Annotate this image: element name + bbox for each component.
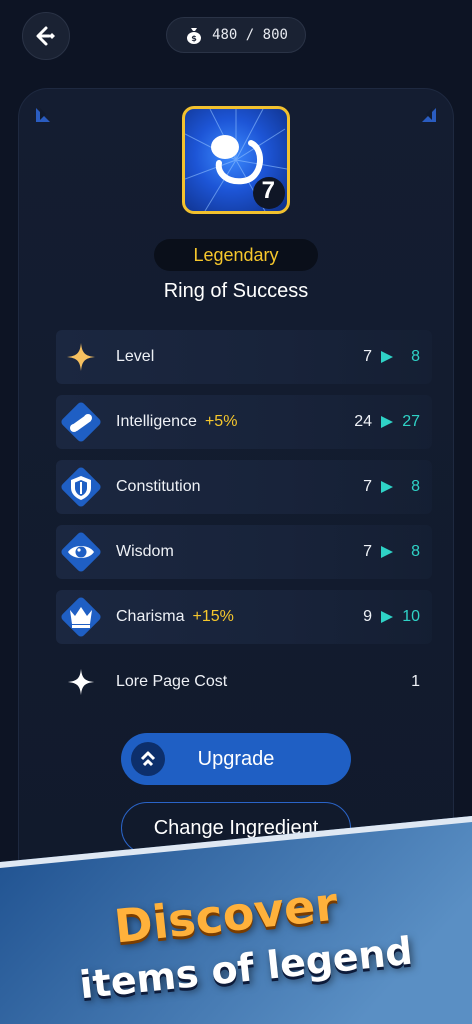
item-image: 7 bbox=[182, 106, 290, 214]
stat-next-value: 8 bbox=[411, 348, 420, 365]
stat-row-wisdom: Wisdom 7 8 bbox=[56, 525, 432, 579]
stat-next-value: 8 bbox=[411, 478, 420, 495]
stat-next-value: 10 bbox=[402, 608, 420, 625]
arrow-right-icon bbox=[381, 546, 393, 558]
item-level-badge: 7 bbox=[261, 177, 275, 204]
shield-icon bbox=[61, 467, 101, 507]
stat-next-value: 27 bbox=[402, 413, 420, 430]
stat-current-value: 7 bbox=[363, 478, 372, 495]
crown-icon bbox=[61, 597, 101, 637]
item-name: Ring of Success bbox=[163, 280, 309, 302]
stat-label: Constitution bbox=[116, 478, 201, 495]
back-button[interactable] bbox=[22, 12, 70, 60]
svg-text:$: $ bbox=[191, 34, 197, 43]
arrow-right-icon bbox=[381, 481, 393, 493]
stat-current-value: 7 bbox=[363, 543, 372, 560]
currency-counter: $ 480 / 800 bbox=[166, 17, 306, 53]
stat-label: Level bbox=[116, 348, 155, 365]
stat-row-constitution: Constitution 7 8 bbox=[56, 460, 432, 514]
lore-page-cost-label: Lore Page Cost bbox=[116, 673, 228, 690]
corner-ornament-icon bbox=[36, 108, 50, 122]
sparkle-star-icon bbox=[67, 343, 95, 371]
stat-label: Intelligence +5% bbox=[116, 413, 238, 430]
promo-banner: Discover items of legend bbox=[0, 816, 472, 1024]
back-arrow-icon bbox=[36, 26, 55, 46]
stat-bonus: +5% bbox=[204, 413, 238, 430]
stat-row-level: Level 7 8 bbox=[56, 330, 432, 384]
stat-bonus: +15% bbox=[192, 608, 234, 625]
stat-row-charisma: Charisma +15% 9 10 bbox=[56, 590, 432, 644]
arrow-right-icon bbox=[381, 611, 393, 623]
arrow-right-icon bbox=[381, 351, 393, 363]
corner-ornament-icon bbox=[422, 108, 436, 122]
lore-page-cost-row: Lore Page Cost 1 bbox=[56, 655, 432, 709]
stat-label: Charisma +15% bbox=[116, 608, 234, 625]
eye-icon bbox=[61, 532, 101, 572]
lore-page-cost-value: 1 bbox=[411, 673, 420, 690]
white-sparkle-icon bbox=[67, 668, 95, 696]
stat-label: Wisdom bbox=[116, 543, 174, 560]
currency-amount: 480 / 800 bbox=[212, 27, 288, 43]
arrow-right-icon bbox=[381, 416, 393, 428]
rarity-badge: Legendary bbox=[154, 239, 318, 271]
double-chevron-up-icon bbox=[140, 751, 156, 767]
upgrade-button[interactable]: Upgrade bbox=[121, 733, 351, 785]
scroll-icon bbox=[61, 402, 101, 442]
stat-next-value: 8 bbox=[411, 543, 420, 560]
stat-current-value: 7 bbox=[363, 348, 372, 365]
stat-row-intelligence: Intelligence +5% 24 27 bbox=[56, 395, 432, 449]
money-bag-icon: $ bbox=[187, 28, 202, 44]
stat-current-value: 24 bbox=[354, 413, 372, 430]
stat-current-value: 9 bbox=[363, 608, 372, 625]
upgrade-label: Upgrade bbox=[197, 747, 275, 770]
